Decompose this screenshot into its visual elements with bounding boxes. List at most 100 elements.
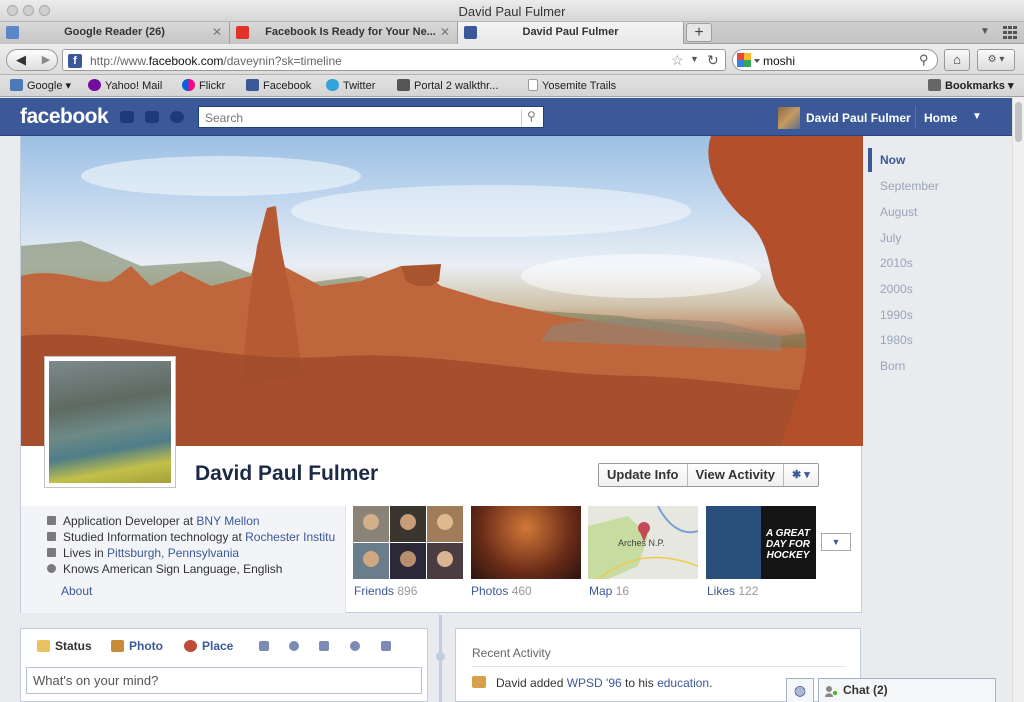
school-link[interactable]: Rochester Institu <box>245 530 335 544</box>
google-icon[interactable] <box>737 53 761 69</box>
likes-tile[interactable]: A GREAT DAY FOR HOCKEY <box>706 506 816 579</box>
chat-tab[interactable]: Chat (2) <box>818 678 996 702</box>
history-dropdown-icon[interactable]: ▼ <box>690 54 699 64</box>
twitter-icon <box>326 79 339 91</box>
likes-tile-label[interactable]: Likes 122 <box>707 584 758 598</box>
map-tile[interactable]: Arches N.P. <box>588 505 699 580</box>
about-location: Lives in Pittsburgh, Pennsylvania <box>47 546 239 560</box>
bookmark-twitter[interactable]: Twitter <box>326 79 375 92</box>
view-activity-button[interactable]: View Activity <box>688 464 784 486</box>
search-divider <box>521 110 522 126</box>
relationship-event-icon[interactable] <box>289 641 299 651</box>
profile-actions: Update Info View Activity ✱ ▾ <box>598 463 819 487</box>
url-text[interactable]: http://www.facebook.com/daveynin?sk=time… <box>90 54 342 68</box>
tab-david-paul-fulmer[interactable]: David Paul Fulmer <box>458 22 684 45</box>
timeline-august[interactable]: August <box>880 205 917 219</box>
bookmark-facebook[interactable]: Facebook <box>246 79 311 92</box>
tab-facebook-ready[interactable]: Facebook Is Ready for Your Ne... ✕ <box>230 22 458 44</box>
timeline-born[interactable]: Born <box>880 359 905 373</box>
bookmark-portal2[interactable]: Portal 2 walkthr... <box>397 79 498 92</box>
map-tile-label[interactable]: Map 16 <box>589 584 629 598</box>
search-bar[interactable]: moshi ⚲ <box>732 49 938 71</box>
photos-tile[interactable] <box>471 506 581 579</box>
friend-requests-icon[interactable] <box>120 111 134 123</box>
home-link[interactable]: Home <box>924 111 957 125</box>
reload-icon[interactable]: ↻ <box>707 52 719 69</box>
timeline-spine-dot[interactable] <box>436 652 445 661</box>
bookmark-flickr[interactable]: Flickr <box>182 79 225 92</box>
photo-tab[interactable]: Photo <box>111 639 163 653</box>
search-icon[interactable]: ⚲ <box>527 109 536 123</box>
work-event-icon[interactable] <box>259 641 269 651</box>
new-tab-button[interactable]: + <box>686 23 712 42</box>
bookmarks-icon <box>928 79 941 91</box>
tab-groups-icon[interactable] <box>1003 26 1017 39</box>
flickr-icon <box>182 79 195 91</box>
education-link[interactable]: education <box>657 676 709 690</box>
timeline-now[interactable]: Now <box>880 153 905 167</box>
timeline-september[interactable]: September <box>880 179 939 193</box>
friends-tile-label[interactable]: Friends 896 <box>354 584 417 598</box>
city-link[interactable]: Pittsburgh, Pennsylvania <box>107 546 239 560</box>
photos-tile-label[interactable]: Photos 460 <box>471 584 532 598</box>
timeline-1990s[interactable]: 1990s <box>880 308 913 322</box>
employer-link[interactable]: BNY Mellon <box>196 514 259 528</box>
settings-gear-button[interactable]: ✱ ▾ <box>784 464 818 486</box>
bookmark-yahoo-mail[interactable]: Yahoo! Mail <box>88 79 162 92</box>
recent-activity-title: Recent Activity <box>472 646 551 660</box>
facebook-search-box[interactable]: Search ⚲ <box>198 106 544 128</box>
milestone-flag-icon[interactable] <box>381 641 391 651</box>
page-icon <box>528 79 538 91</box>
avatar[interactable] <box>778 107 800 129</box>
place-tab[interactable]: Place <box>184 639 233 653</box>
search-icon[interactable]: ⚲ <box>919 52 929 68</box>
profile-name[interactable]: David Paul Fulmer <box>195 462 378 486</box>
timeline-2000s[interactable]: 2000s <box>880 282 913 296</box>
school-link[interactable]: WPSD '96 <box>567 676 622 690</box>
address-bar[interactable]: f http://www.facebook.com/daveynin?sk=ti… <box>62 49 726 71</box>
timeline-navigation: Now September August July 2010s 2000s 19… <box>868 148 988 388</box>
more-tiles-dropdown[interactable]: ▼ <box>821 533 851 551</box>
tab-label: David Paul Fulmer <box>522 26 619 38</box>
facebook-logo[interactable]: facebook <box>20 105 109 129</box>
facebook-icon <box>246 79 259 91</box>
page-scrollbar[interactable] <box>1012 98 1024 702</box>
bookmark-star-icon[interactable]: ☆ <box>671 52 684 69</box>
bookmark-google-folder[interactable]: Google ▾ <box>10 79 71 92</box>
status-tab[interactable]: Status <box>37 639 92 653</box>
bookmarks-menu[interactable]: Bookmarks ▾ <box>928 79 1014 92</box>
status-input[interactable]: What's on your mind? <box>26 667 422 694</box>
home-button[interactable]: ⌂ <box>944 49 970 71</box>
health-event-icon[interactable] <box>350 641 360 651</box>
profile-link[interactable]: David Paul Fulmer <box>806 111 911 125</box>
bookmark-yosemite-trails[interactable]: Yosemite Trails <box>528 79 616 92</box>
tab-list-dropdown-icon[interactable]: ▼ <box>980 26 990 37</box>
tab-google-reader[interactable]: Google Reader (26) ✕ <box>0 22 230 44</box>
close-icon[interactable]: ✕ <box>212 22 222 43</box>
about-link[interactable]: About <box>61 584 92 598</box>
back-button[interactable]: ◀ <box>7 50 35 70</box>
timeline-july[interactable]: July <box>880 231 901 245</box>
bookmarks-toolbar: Google ▾ Yahoo! Mail Flickr Facebook Twi… <box>0 75 1024 97</box>
scrollbar-thumb[interactable] <box>1015 102 1022 142</box>
addon-button[interactable]: ⚙ ▾ <box>977 49 1015 71</box>
timeline-2010s[interactable]: 2010s <box>880 256 913 270</box>
close-icon[interactable]: ✕ <box>440 22 450 43</box>
friends-tile[interactable] <box>353 506 463 579</box>
map-place-label: Arches N.P. <box>618 538 665 548</box>
search-input[interactable]: moshi <box>763 54 795 68</box>
facebook-icon <box>464 26 477 39</box>
profile-picture[interactable] <box>44 356 176 488</box>
tab-label: Google Reader (26) <box>64 26 165 38</box>
update-info-button[interactable]: Update Info <box>599 464 688 486</box>
account-menu-icon[interactable]: ▼ <box>972 111 982 122</box>
header-divider <box>915 106 916 128</box>
forward-button[interactable]: ▶ <box>35 50 57 70</box>
place-pin-icon <box>184 640 197 652</box>
messages-icon[interactable] <box>145 111 159 123</box>
home-event-icon[interactable] <box>319 641 329 651</box>
notifications-icon[interactable] <box>170 111 184 123</box>
facebook-search-input[interactable]: Search <box>205 111 243 125</box>
timeline-1980s[interactable]: 1980s <box>880 333 913 347</box>
chat-globe-icon[interactable]: ◍ <box>786 678 814 702</box>
